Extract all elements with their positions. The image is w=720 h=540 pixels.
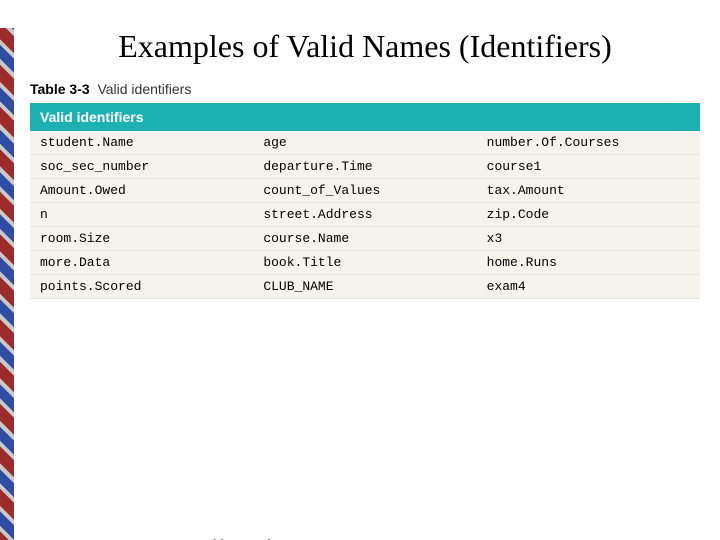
table-row: Amount.Owed count_of_Values tax.Amount [30, 179, 700, 203]
cell: street.Address [253, 203, 476, 227]
page-title: Examples of Valid Names (Identifiers) [30, 28, 700, 65]
cell: count_of_Values [253, 179, 476, 203]
cell: n [30, 203, 253, 227]
table-row: more.Data book.Title home.Runs [30, 251, 700, 275]
table-caption-label: Table 3-3 [30, 81, 90, 97]
cell: CLUB_NAME [253, 275, 476, 299]
cell: zip.Code [477, 203, 700, 227]
cell: departure.Time [253, 155, 476, 179]
table-row: room.Size course.Name x3 [30, 227, 700, 251]
table-row: soc_sec_number departure.Time course1 [30, 155, 700, 179]
cell: points.Scored [30, 275, 253, 299]
table-header: Valid identifiers [30, 103, 700, 131]
cell: course.Name [253, 227, 476, 251]
table-caption: Table 3-3 Valid identifiers [30, 81, 700, 97]
cell: home.Runs [477, 251, 700, 275]
identifiers-table: student.Name age number.Of.Courses soc_s… [30, 131, 700, 299]
cell: soc_sec_number [30, 155, 253, 179]
cell: number.Of.Courses [477, 131, 700, 155]
cell: age [253, 131, 476, 155]
table-row: n street.Address zip.Code [30, 203, 700, 227]
cell: tax.Amount [477, 179, 700, 203]
table-row: student.Name age number.Of.Courses [30, 131, 700, 155]
cell: x3 [477, 227, 700, 251]
cell: Amount.Owed [30, 179, 253, 203]
cell: exam4 [477, 275, 700, 299]
table-container: Table 3-3 Valid identifiers Valid identi… [30, 81, 700, 299]
cell: student.Name [30, 131, 253, 155]
cell: more.Data [30, 251, 253, 275]
cell: course1 [477, 155, 700, 179]
cell: book.Title [253, 251, 476, 275]
table-row: points.Scored CLUB_NAME exam4 [30, 275, 700, 299]
cell: room.Size [30, 227, 253, 251]
decorative-stripe [0, 28, 14, 540]
table-caption-text: Valid identifiers [97, 81, 191, 97]
